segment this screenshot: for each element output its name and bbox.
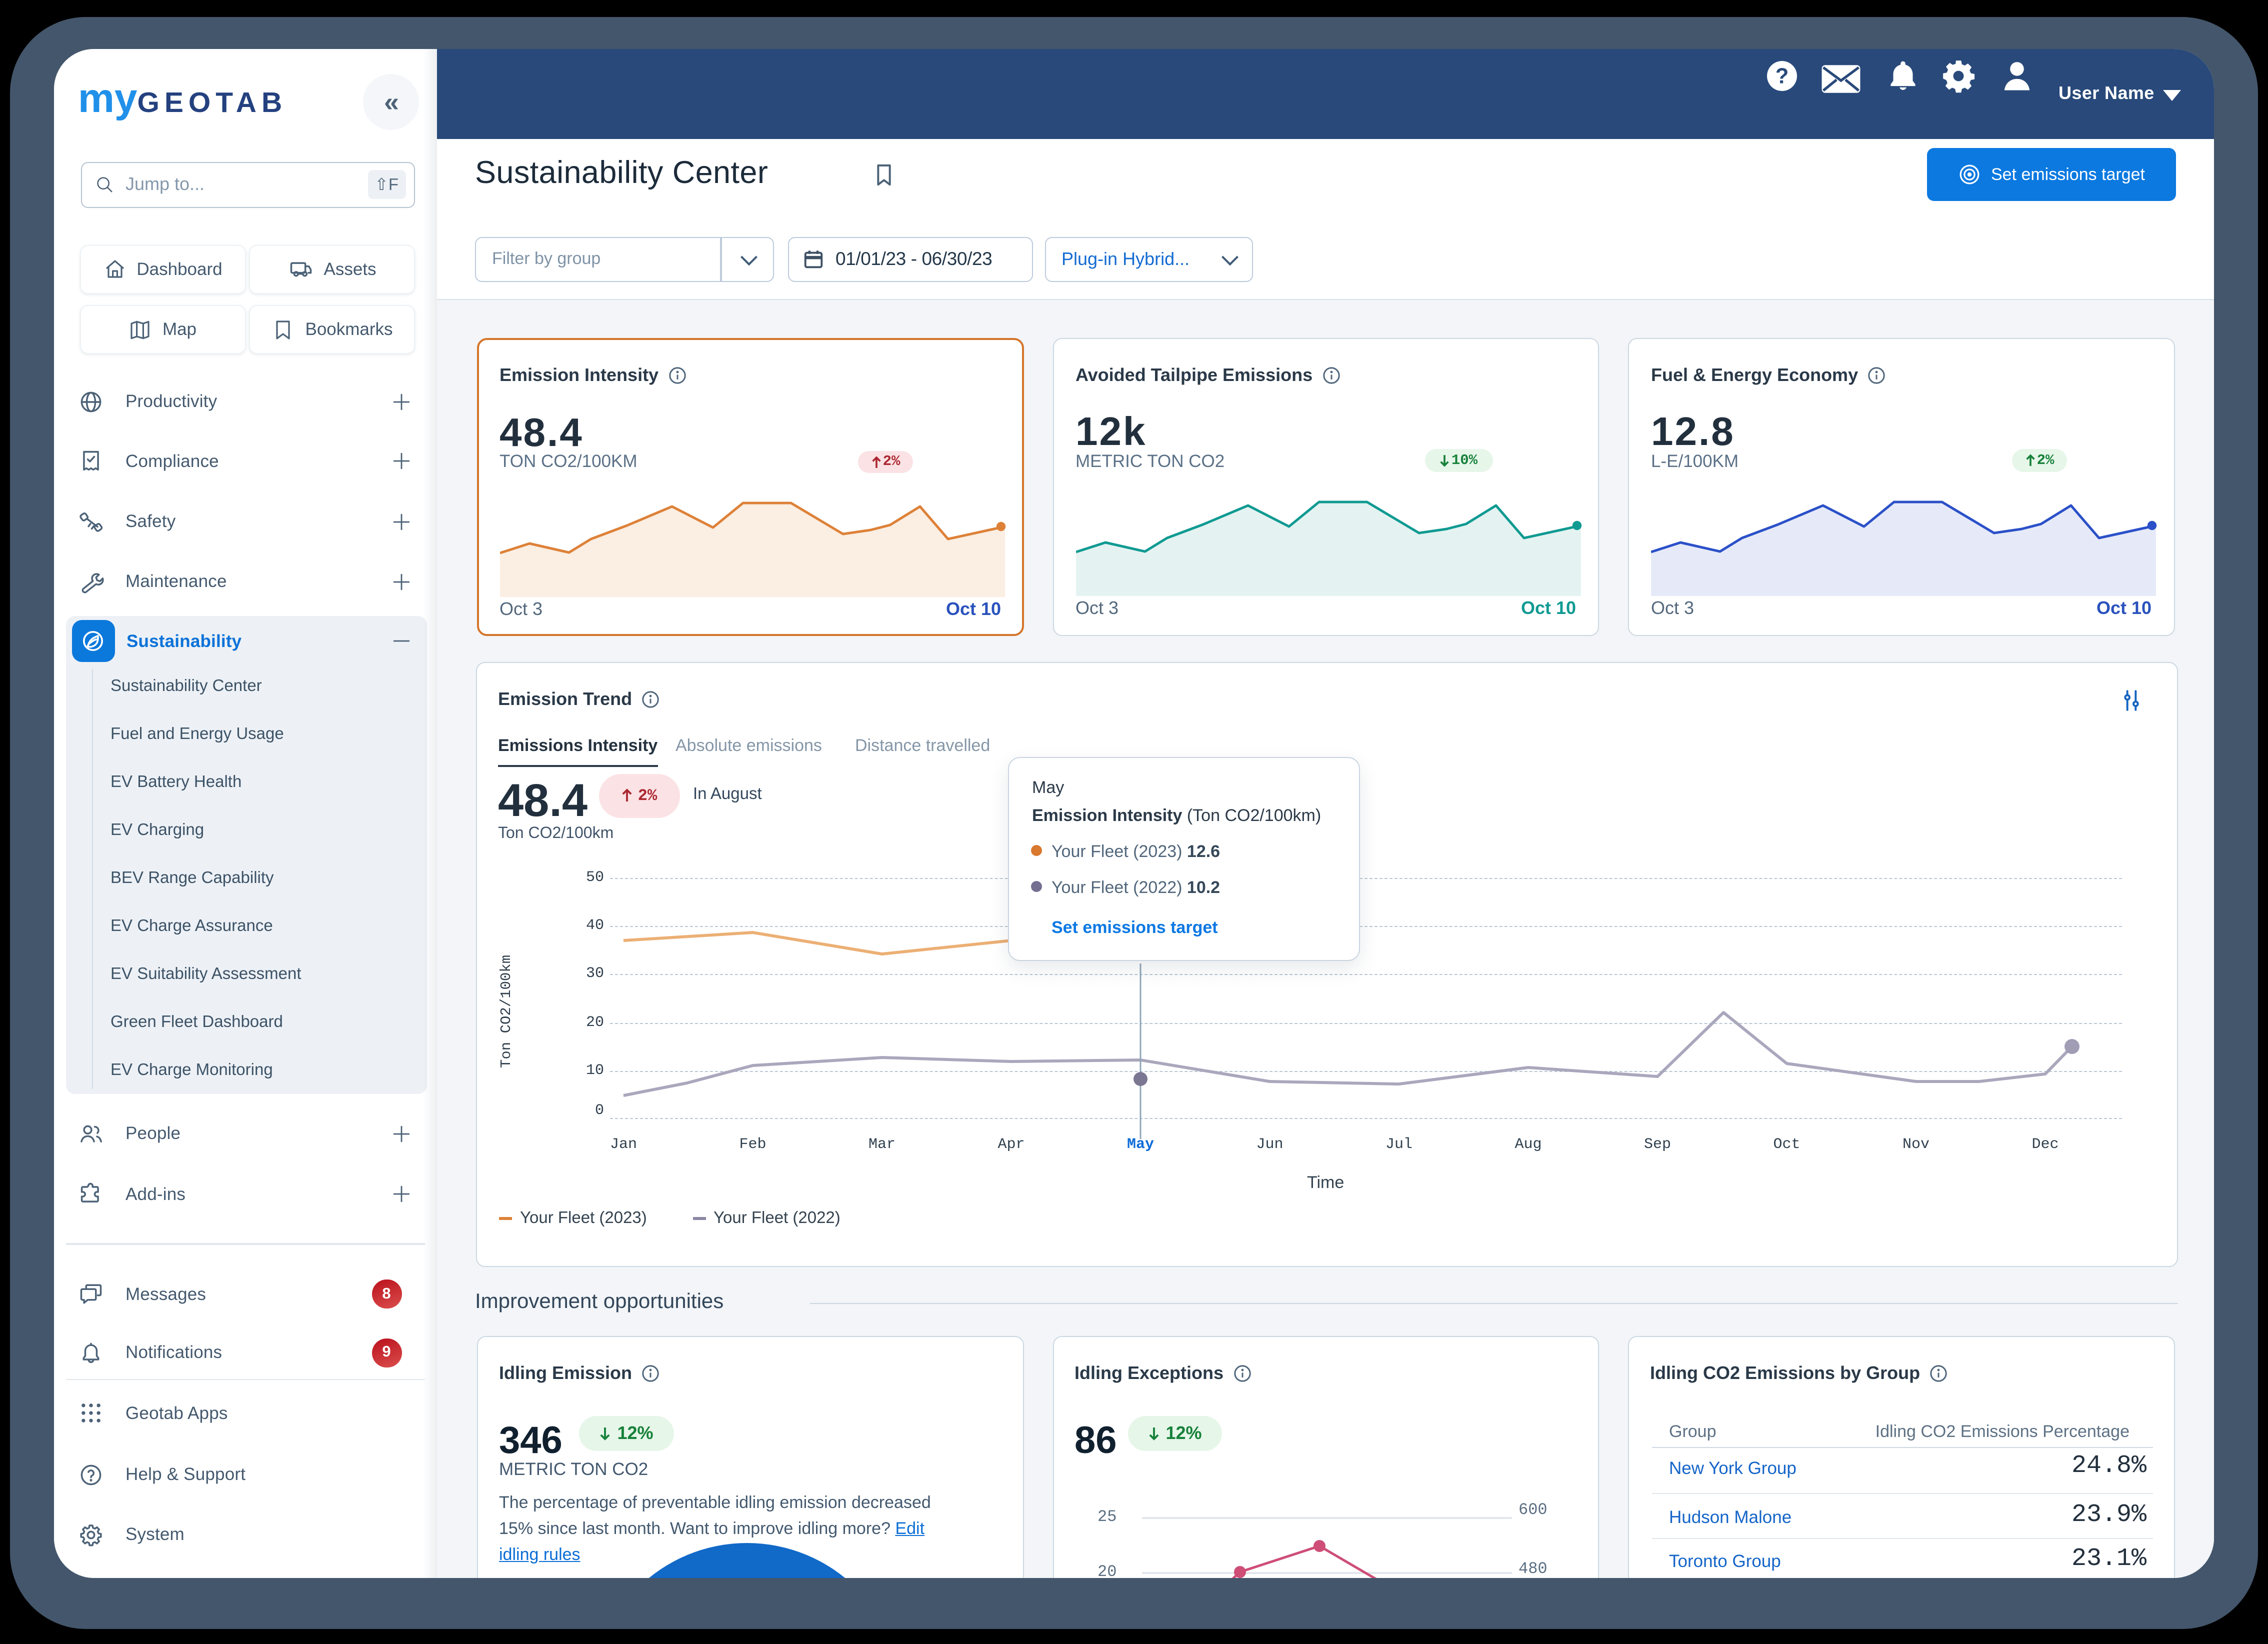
svg-text:?: ? xyxy=(1775,64,1788,88)
